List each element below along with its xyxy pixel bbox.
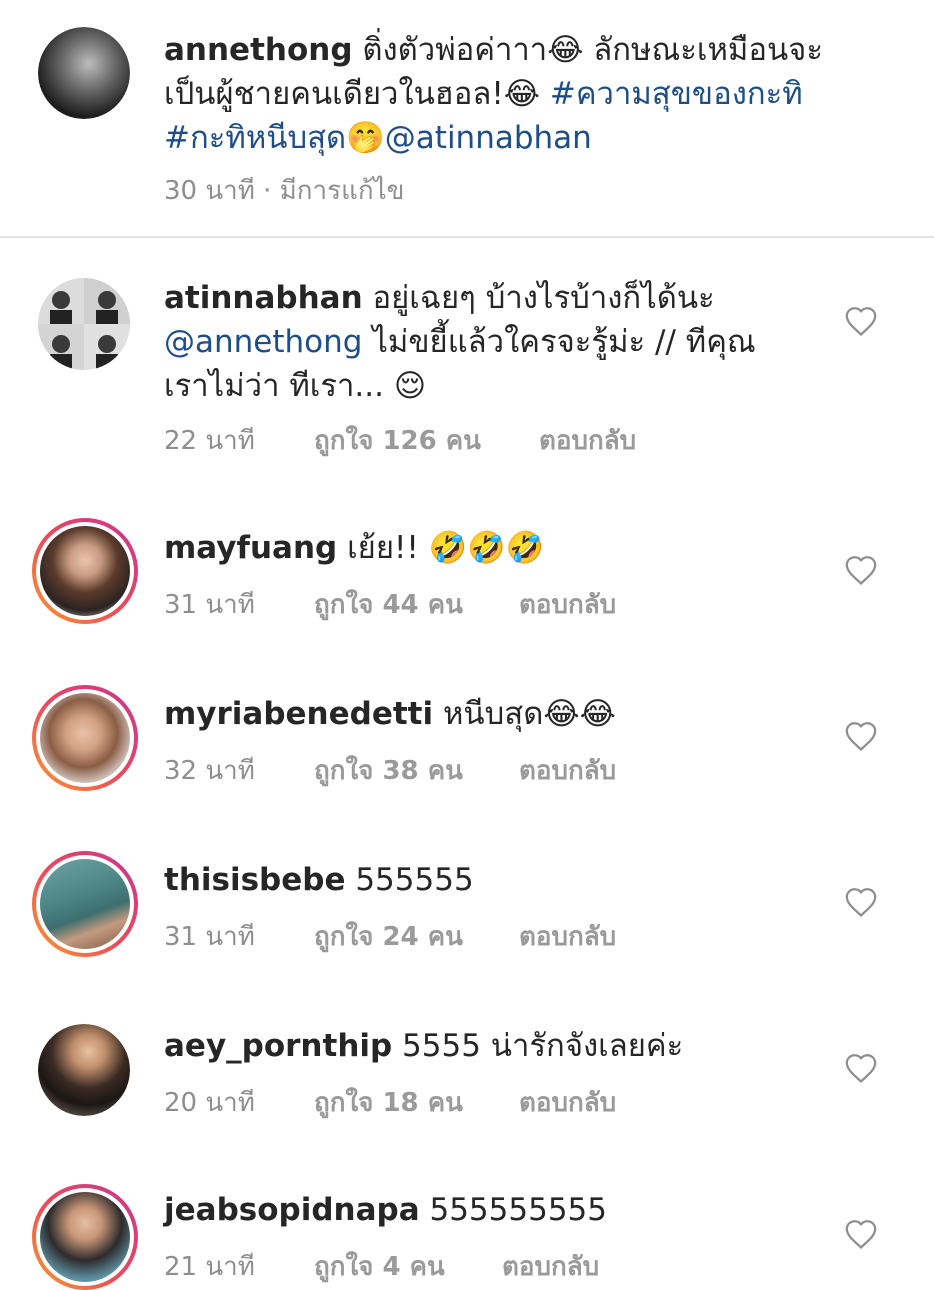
comment-username[interactable]: jeabsopidnapa [164,1192,420,1228]
comment-body: 555555 [345,862,474,898]
comment-text: jeabsopidnapa 555555555 [164,1188,854,1232]
divider [0,236,934,238]
caption-username[interactable]: annethong [164,32,353,68]
comment-time: 20 นาที [164,1088,255,1118]
comment-username[interactable]: aey_pornthip [164,1028,392,1064]
avatar-mayfuang [40,526,130,616]
likes-count[interactable]: ถูกใจ 38 คน [314,750,519,791]
avatar-annethong[interactable] [38,27,130,119]
mention-link[interactable]: @annethong [164,324,362,360]
avatar-aey_pornthip[interactable] [38,1024,130,1116]
avatar-atinnabhan[interactable] [38,278,130,370]
heart-icon[interactable] [844,1218,878,1250]
comment-meta: 31 นาที ถูกใจ 44 คน ตอบกลับ [164,584,616,625]
story-ring[interactable] [32,1184,138,1290]
heart-icon[interactable] [844,720,878,752]
likes-count[interactable]: ถูกใจ 24 คน [314,916,519,957]
avatar-jeabsopidnapa [40,1192,130,1282]
comment-body: 555555555 [419,1192,607,1228]
comment-body: 5555 น่ารักจังเลยค่ะ [392,1028,684,1064]
comment-text: mayfuang เย้ย!! 🤣🤣🤣 [164,526,854,570]
comment-meta: 31 นาที ถูกใจ 24 คน ตอบกลับ [164,916,616,957]
comment-body: ไม่ขยี้แล้วใครจะรู้ม่ะ // ทีคุณ [362,324,756,360]
reply-button[interactable]: ตอบกลับ [502,1246,599,1287]
comment-username[interactable]: myriabenedetti [164,696,433,732]
reply-button[interactable]: ตอบกลับ [519,1082,616,1123]
reply-button[interactable]: ตอบกลับ [519,750,616,791]
reply-button[interactable]: ตอบกลับ [519,916,616,957]
comment-username[interactable]: thisisbebe [164,862,345,898]
caption-line1: ติ่งตัวพ่อค่าาา😂 ลักษณะเหมือนจะ [362,32,823,68]
caption-meta: 30 นาที · มีการแก้ไข [164,170,404,211]
comment-body: อยู่เฉยๆ บ้างไรบ้างก็ได้นะ [362,280,715,316]
comment-time: 31 นาที [164,922,255,952]
story-ring[interactable] [32,685,138,791]
comment-meta: 20 นาที ถูกใจ 18 คน ตอบกลับ [164,1082,616,1123]
avatar-thisisbebe [40,859,130,949]
heart-icon[interactable] [844,305,878,337]
reply-button[interactable]: ตอบกลับ [539,420,636,461]
mention-link[interactable]: @atinnabhan [385,120,592,156]
comment-text: thisisbebe 555555 [164,858,854,902]
caption-timestamp: 30 นาที · มีการแก้ไข [164,176,405,206]
comment-meta: 32 นาที ถูกใจ 38 คน ตอบกลับ [164,750,616,791]
story-ring[interactable] [32,518,138,624]
hashtag-link[interactable]: #กะทิหนีบสุด [164,120,346,156]
caption-line2: เป็นผู้ชายคนเดียวในฮอล!😂 [164,76,550,112]
likes-count[interactable]: ถูกใจ 4 คน [314,1246,502,1287]
comment-body: เย้ย!! 🤣🤣🤣 [337,530,545,566]
comment-text: atinnabhan อยู่เฉยๆ บ้างไรบ้างก็ได้นะ @a… [164,276,854,408]
avatar-collage-image [38,278,130,370]
reply-button[interactable]: ตอบกลับ [519,584,616,625]
comment-username[interactable]: mayfuang [164,530,337,566]
heart-icon[interactable] [844,1052,878,1084]
hashtag-link[interactable]: #ความสุขของกะทิ [550,76,803,112]
likes-count[interactable]: ถูกใจ 44 คน [314,584,519,625]
comment-time: 32 นาที [164,756,255,786]
comment-text: aey_pornthip 5555 น่ารักจังเลยค่ะ [164,1024,854,1068]
heart-icon[interactable] [844,554,878,586]
likes-count[interactable]: ถูกใจ 18 คน [314,1082,519,1123]
comment-meta: 21 นาที ถูกใจ 4 คน ตอบกลับ [164,1246,599,1287]
comment-meta: 22 นาที ถูกใจ 126 คน ตอบกลับ [164,420,636,461]
comment-body: เราไม่ว่า ทีเรา... 😌 [164,368,427,404]
story-ring[interactable] [32,851,138,957]
likes-count[interactable]: ถูกใจ 126 คน [314,420,539,461]
heart-icon[interactable] [844,886,878,918]
emoji: 🤭 [346,120,385,156]
comment-time: 22 นาที [164,426,255,456]
comment-body: หนีบสุด😂😂 [433,696,616,732]
avatar-myriabenedetti [40,693,130,783]
comment-text: myriabenedetti หนีบสุด😂😂 [164,692,854,736]
post-caption: annethong ติ่งตัวพ่อค่าาา😂 ลักษณะเหมือนจ… [0,0,934,238]
comment-time: 31 นาที [164,590,255,620]
comment-time: 21 นาที [164,1252,255,1282]
comment-username[interactable]: atinnabhan [164,280,363,316]
caption-text: annethong ติ่งตัวพ่อค่าาา😂 ลักษณะเหมือนจ… [164,28,854,160]
